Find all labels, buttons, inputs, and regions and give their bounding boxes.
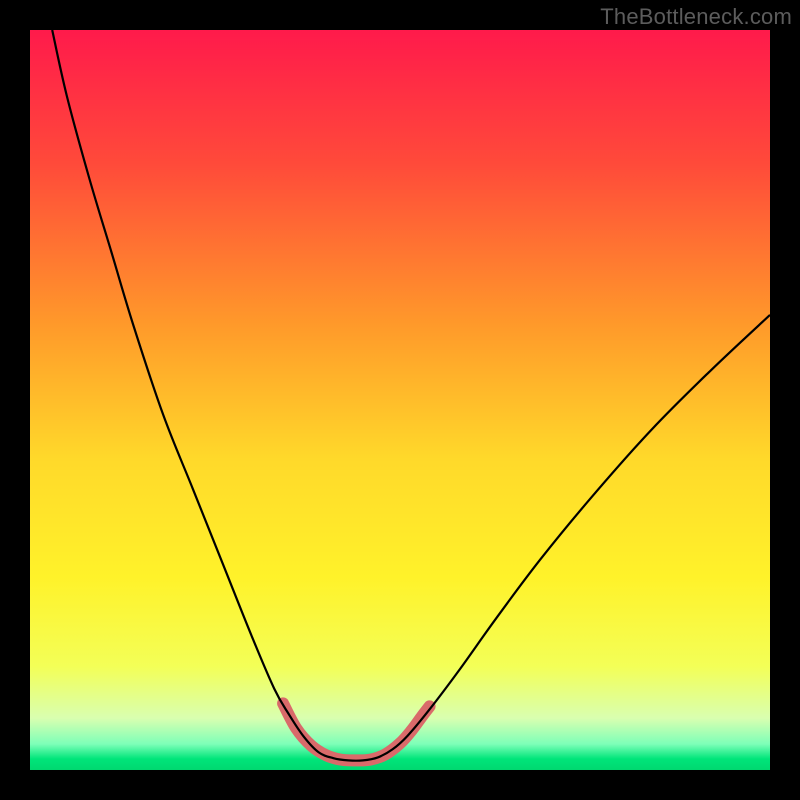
gradient-background — [30, 30, 770, 770]
chart-svg — [30, 30, 770, 770]
chart-frame: TheBottleneck.com — [0, 0, 800, 800]
watermark-text: TheBottleneck.com — [600, 4, 792, 30]
plot-area — [30, 30, 770, 770]
